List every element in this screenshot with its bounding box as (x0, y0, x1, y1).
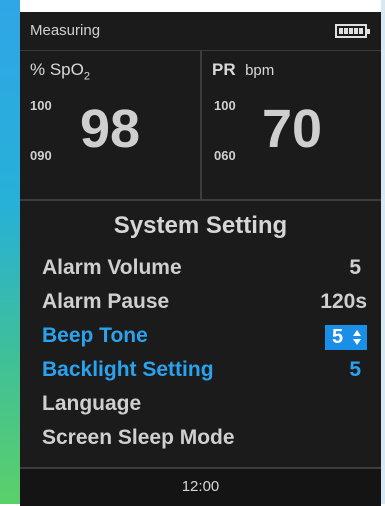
menu-item-value: 120s (320, 290, 367, 313)
pr-value: 70 (262, 99, 323, 159)
device-edge (0, 0, 20, 504)
footer-bar: 12:00 (20, 467, 381, 506)
beep-tone-stepper[interactable]: 5 (325, 325, 367, 350)
menu-item-label: Screen Sleep Mode (42, 426, 235, 449)
menu-item-label: Language (42, 392, 142, 415)
device-edge-right (381, 0, 385, 504)
menu-item-label: Backlight Setting (42, 358, 214, 381)
menu-title: System Setting (113, 212, 288, 239)
menu-item-beep-tone[interactable]: Beep Tone 5 (42, 324, 367, 354)
status-bar: Measuring (20, 12, 381, 51)
menu-item-value: 5 (349, 358, 361, 381)
menu-item-screen-sleep-mode[interactable]: Screen Sleep Mode (42, 426, 367, 456)
spo2-label: % SpO2 (30, 60, 90, 83)
pr-panel: PR bpm 100 060 70 (202, 50, 381, 199)
panel-divider (20, 199, 381, 201)
spo2-low-limit: 090 (30, 148, 52, 163)
menu-item-value: 5 (349, 256, 361, 279)
spo2-value: 98 (80, 99, 141, 159)
spo2-high-limit: 100 (30, 98, 52, 113)
status-text: Measuring (30, 22, 101, 39)
pr-label: PR bpm (212, 60, 275, 79)
up-down-arrow-icon (353, 330, 361, 345)
pr-low-limit: 060 (214, 148, 236, 163)
menu-item-backlight-setting[interactable]: Backlight Setting 5 (42, 358, 367, 388)
menu-item-label: Beep Tone (42, 324, 148, 347)
spo2-panel: % SpO2 100 090 98 (20, 50, 202, 199)
menu-item-label: Alarm Volume (42, 256, 182, 279)
menu-item-alarm-volume[interactable]: Alarm Volume 5 (42, 256, 367, 286)
device-screen: Measuring % SpO2 100 090 98 PR bpm 100 0… (20, 12, 381, 506)
stepper-value: 5 (332, 326, 344, 348)
menu-item-language[interactable]: Language (42, 392, 367, 422)
battery-icon (335, 24, 370, 38)
menu-item-alarm-pause[interactable]: Alarm Pause 120s (42, 290, 367, 320)
menu-item-label: Alarm Pause (42, 290, 170, 313)
clock: 12:00 (181, 478, 220, 495)
pr-high-limit: 100 (214, 98, 236, 113)
